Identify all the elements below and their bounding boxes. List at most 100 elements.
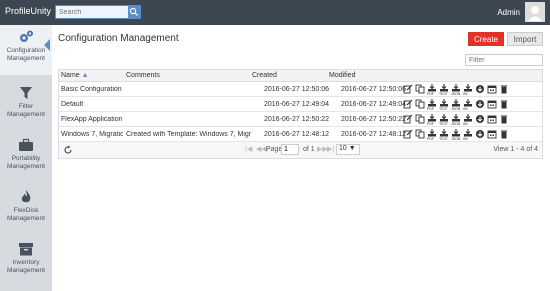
download-pdf-icon[interactable]: PDF bbox=[427, 129, 437, 141]
download-text-icon[interactable]: TEXT bbox=[439, 84, 449, 96]
flame-icon bbox=[21, 190, 31, 203]
download-text-icon[interactable]: TEXT bbox=[439, 129, 449, 141]
download-pdf-icon[interactable]: PDF bbox=[427, 114, 437, 126]
rows-per-page-select[interactable]: 10 ▼ bbox=[336, 144, 360, 155]
cell-created: 2016-06-27 12:50:22 bbox=[264, 116, 329, 123]
sidebar-item-flexdisk[interactable]: FlexDisk Management bbox=[0, 185, 52, 235]
last-page-icon[interactable]: ▶| bbox=[327, 145, 334, 153]
table-row[interactable]: Windows 7, Migratio... Created with Templ… bbox=[59, 127, 542, 142]
deploy-icon[interactable] bbox=[475, 129, 485, 139]
download-ini-icon[interactable]: INI bbox=[463, 99, 473, 111]
column-header-modified[interactable]: Modified bbox=[329, 72, 355, 79]
cell-created: 2016-06-27 12:49:04 bbox=[264, 101, 329, 108]
cell-name: Windows 7, Migratio... bbox=[61, 131, 123, 138]
download-text-icon[interactable]: TEXT bbox=[439, 114, 449, 126]
user-avatar-icon bbox=[528, 6, 542, 21]
search-button[interactable] bbox=[128, 6, 140, 18]
row-actions: PDF TEXT JSON INI bbox=[403, 129, 511, 141]
download-json-icon[interactable]: JSON bbox=[451, 129, 461, 141]
sort-up-icon: ▲ bbox=[81, 72, 89, 79]
sidebar-item-label: Management bbox=[7, 215, 45, 222]
download-ini-icon[interactable]: INI bbox=[463, 84, 473, 96]
page-title: Configuration Management bbox=[58, 33, 179, 44]
briefcase-icon bbox=[19, 138, 33, 151]
download-json-icon[interactable]: JSON bbox=[451, 84, 461, 96]
refresh-icon[interactable] bbox=[63, 145, 73, 155]
trash-icon[interactable] bbox=[499, 99, 509, 109]
copy-icon[interactable] bbox=[415, 129, 425, 139]
trash-icon[interactable] bbox=[499, 114, 509, 124]
search-box bbox=[55, 5, 141, 19]
calendar-icon[interactable] bbox=[487, 84, 497, 94]
create-button[interactable]: Create bbox=[468, 32, 504, 46]
search-icon bbox=[129, 7, 138, 16]
edit-icon[interactable] bbox=[403, 114, 413, 124]
table-header: Name ▲ Comments Created Modified bbox=[59, 70, 542, 82]
table-row[interactable]: FlexApp Application... 2016-06-27 12:50:2… bbox=[59, 112, 542, 127]
page-label: Page bbox=[266, 146, 283, 153]
sidebar-item-portability[interactable]: Portability Management bbox=[0, 133, 52, 183]
deploy-icon[interactable] bbox=[475, 84, 485, 94]
row-actions: PDF TEXT JSON INI bbox=[403, 99, 511, 111]
trash-icon[interactable] bbox=[499, 84, 509, 94]
copy-icon[interactable] bbox=[415, 99, 425, 109]
calendar-icon[interactable] bbox=[487, 99, 497, 109]
search-input[interactable] bbox=[56, 6, 129, 18]
sidebar-item-inventory[interactable]: Inventory Management bbox=[0, 237, 52, 287]
active-indicator bbox=[44, 39, 50, 51]
page-count: of 1 bbox=[303, 146, 315, 153]
first-page-icon[interactable]: |◀ bbox=[245, 145, 252, 153]
download-ini-icon[interactable]: INI bbox=[463, 114, 473, 126]
download-json-icon[interactable]: JSON bbox=[451, 114, 461, 126]
cell-created: 2016-06-27 12:50:06 bbox=[264, 86, 329, 93]
filter-input[interactable] bbox=[465, 54, 543, 66]
table-row[interactable]: Default 2016-06-27 12:49:04 2016-06-27 12:… bbox=[59, 97, 542, 112]
column-header-name[interactable]: Name ▲ bbox=[61, 72, 89, 79]
download-json-icon[interactable]: JSON bbox=[451, 99, 461, 111]
edit-icon[interactable] bbox=[403, 99, 413, 109]
sidebar-item-label: Portability bbox=[11, 155, 41, 162]
download-ini-icon[interactable]: INI bbox=[463, 129, 473, 141]
column-header-comments[interactable]: Comments bbox=[126, 72, 160, 79]
column-header-created[interactable]: Created bbox=[252, 72, 277, 79]
copy-icon[interactable] bbox=[415, 114, 425, 124]
row-actions: PDF TEXT JSON INI bbox=[403, 114, 511, 126]
user-name[interactable]: Admin bbox=[497, 8, 520, 17]
cell-comments: Created with Template: Windows 7, Migra.… bbox=[126, 131, 251, 138]
brand-logo: ProfileUnity bbox=[5, 6, 52, 16]
deploy-icon[interactable] bbox=[475, 114, 485, 124]
pager: |◀ ◀◀ Page of 1 ▶▶ ▶| 10 ▼ View 1 - 4 of… bbox=[59, 142, 542, 158]
cell-modified: 2016-06-27 12:50:22 bbox=[341, 116, 406, 123]
sidebar-item-label: Management bbox=[7, 111, 45, 118]
gears-icon bbox=[20, 30, 33, 42]
sidebar-item-label: Filter bbox=[18, 103, 34, 110]
sidebar-item-label: Management bbox=[7, 267, 45, 274]
view-range-text: View 1 - 4 of 4 bbox=[493, 146, 538, 153]
archive-icon bbox=[19, 243, 33, 256]
cell-created: 2016-06-27 12:48:12 bbox=[264, 131, 329, 138]
trash-icon[interactable] bbox=[499, 129, 509, 139]
cell-name: FlexApp Application... bbox=[61, 116, 123, 123]
sidebar-item-filter[interactable]: Filter Management bbox=[0, 81, 52, 131]
calendar-icon[interactable] bbox=[487, 129, 497, 139]
download-pdf-icon[interactable]: PDF bbox=[427, 84, 437, 96]
top-bar: ProfileUnity Admin bbox=[0, 0, 550, 25]
page-number-input[interactable] bbox=[281, 144, 299, 155]
download-text-icon[interactable]: TEXT bbox=[439, 99, 449, 111]
import-button[interactable]: Import bbox=[507, 32, 543, 46]
avatar[interactable] bbox=[525, 2, 545, 22]
table-row[interactable]: Basic Configuration 2016-06-27 12:50:06 20… bbox=[59, 82, 542, 97]
filter-icon bbox=[20, 87, 32, 99]
sidebar: Configuration Management Filter Manageme… bbox=[0, 25, 52, 291]
calendar-icon[interactable] bbox=[487, 114, 497, 124]
sidebar-item-configuration[interactable]: Configuration Management bbox=[0, 25, 52, 75]
sidebar-item-label: FlexDisk bbox=[13, 207, 39, 214]
edit-icon[interactable] bbox=[403, 129, 413, 139]
chevron-down-icon: ▼ bbox=[348, 145, 356, 152]
deploy-icon[interactable] bbox=[475, 99, 485, 109]
sidebar-item-label: Management bbox=[7, 55, 45, 62]
download-pdf-icon[interactable]: PDF bbox=[427, 99, 437, 111]
edit-icon[interactable] bbox=[403, 84, 413, 94]
copy-icon[interactable] bbox=[415, 84, 425, 94]
sidebar-item-label: Inventory bbox=[12, 259, 40, 266]
